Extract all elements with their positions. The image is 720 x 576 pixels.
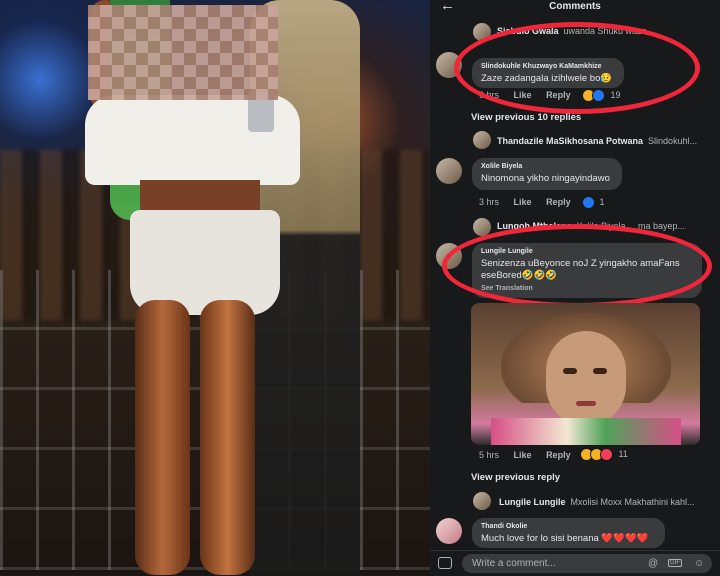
timestamp: 5 hrs — [479, 450, 500, 460]
like-reaction-icon — [582, 196, 595, 209]
gif-icon[interactable]: GIF — [668, 559, 682, 567]
emoji-icon[interactable]: ☺ — [694, 558, 704, 569]
highlight-circle — [442, 224, 712, 308]
like-button[interactable]: Like — [514, 197, 532, 207]
view-previous-replies-link[interactable]: View previous 10 replies — [471, 112, 581, 123]
shirt — [491, 418, 681, 445]
reply-image[interactable] — [471, 303, 700, 445]
pixelated-censor — [88, 5, 278, 100]
left-leg — [135, 300, 190, 575]
reaction-count[interactable]: 11 — [580, 448, 628, 461]
eye — [593, 368, 607, 374]
camera-icon[interactable] — [438, 557, 452, 569]
sticker-icon[interactable]: @ — [648, 558, 658, 569]
reaction-count[interactable]: 1 — [582, 196, 605, 209]
mouth — [576, 401, 596, 406]
reply-button[interactable]: Reply — [546, 450, 571, 460]
avatar[interactable] — [436, 518, 462, 544]
comment-placeholder: Write a comment... — [472, 558, 556, 569]
comment-author[interactable]: Xolile Biyela — [481, 163, 613, 170]
comment-bubble[interactable]: Xolile Biyela Ninomona yikho ningayindaw… — [472, 158, 622, 190]
inline-reply[interactable]: Thandazile MaSikhosana Potwana Slindokuhl… — [497, 136, 720, 146]
comment-actions: 3 hrs Like Reply — [479, 197, 571, 207]
comment-bubble[interactable]: Thandi Okolie Much love for lo sisi bena… — [472, 518, 665, 548]
comments-panel: ← Comments Sjabulo Gwala uwanda Shuku waz… — [430, 0, 720, 576]
inline-reply[interactable]: Lungile Lungile Mxolisi Moxx Makhathini k… — [499, 497, 720, 507]
highlight-circle — [454, 22, 700, 114]
right-leg — [200, 300, 255, 575]
header-title: Comments — [549, 1, 601, 12]
face — [546, 331, 626, 426]
avatar[interactable] — [473, 131, 491, 149]
comment-text: Much love for lo sisi benana ❤️❤️❤️❤️ — [481, 533, 649, 544]
view-previous-reply-link[interactable]: View previous reply — [471, 472, 560, 483]
concert-photo — [0, 0, 430, 575]
reply-button[interactable]: Reply — [546, 197, 571, 207]
timestamp: 3 hrs — [479, 197, 500, 207]
comment-text: Ninomona yikho ningayindawo — [481, 173, 610, 184]
comment-author[interactable]: Thandi Okolie — [481, 523, 656, 530]
comments-header: ← Comments — [430, 0, 720, 16]
eye — [563, 368, 577, 374]
avatar[interactable] — [436, 158, 462, 184]
comment-composer: Write a comment... @ GIF ☺ — [430, 550, 720, 576]
like-button[interactable]: Like — [514, 450, 532, 460]
avatar[interactable] — [473, 492, 491, 510]
comment-actions: 5 hrs Like Reply — [479, 450, 571, 460]
love-reaction-icon — [600, 448, 613, 461]
comment-input[interactable]: Write a comment... @ GIF ☺ — [462, 554, 712, 573]
